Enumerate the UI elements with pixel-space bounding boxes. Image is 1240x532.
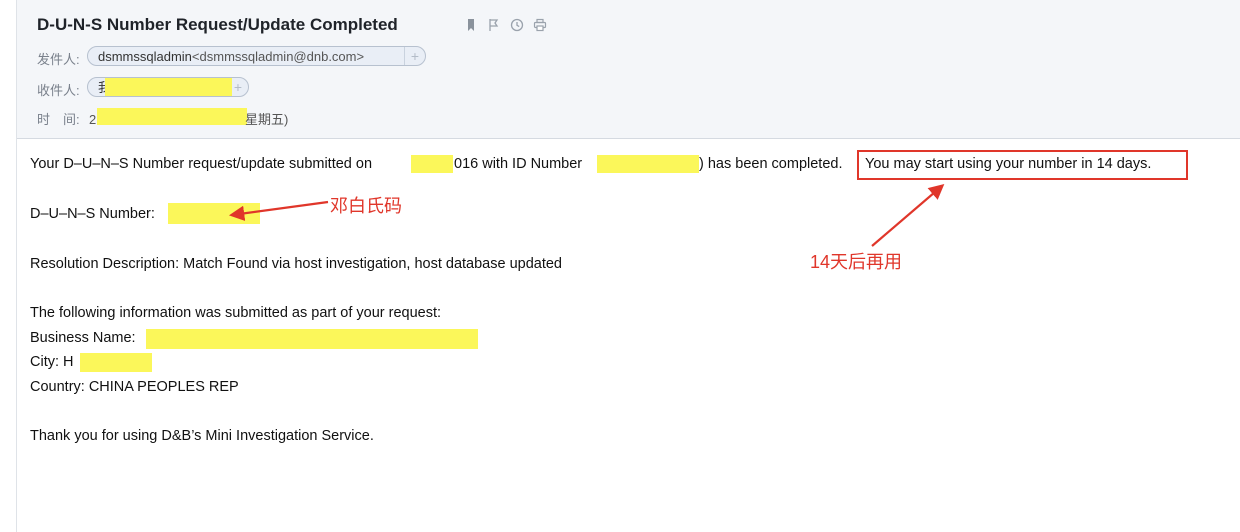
email-view: D-U-N-S Number Request/Update Completed … (0, 0, 1240, 532)
duns-arrow (228, 200, 329, 221)
annotation-arrows (228, 183, 945, 247)
days-arrow (871, 183, 945, 247)
